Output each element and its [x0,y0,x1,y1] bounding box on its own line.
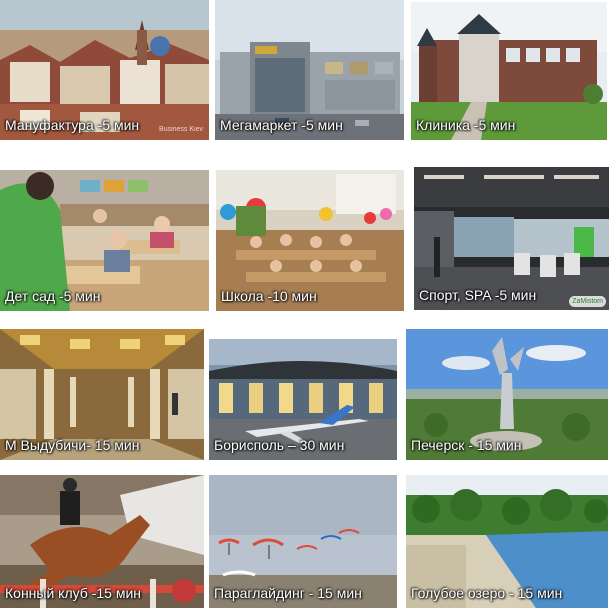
photo-tile-horse-club: Конный клуб -15 мин [0,475,204,608]
tile-caption: Параглайдинг - 15 мин [214,585,362,601]
photo-tile-pechersk: Печерск - 15 мин [406,329,608,460]
photo-tile-clinic: Клиника -5 мин [411,2,607,140]
watermark: Business Kiev [159,126,203,133]
tile-caption: Голубое озеро - 15 мин [411,585,563,601]
photo-tile-blue-lake: Голубое озеро - 15 мин [406,475,608,608]
photo-tile-manufactura: Мануфактура -5 мин Business Kiev [0,0,209,140]
photo-tile-borispol: Борисполь – 30 мин [209,339,397,460]
photo-tile-megamarket: Мегамаркет -5 мин [215,0,404,140]
tile-caption: Конный клуб -15 мин [5,585,141,601]
tile-caption: Мегамаркет -5 мин [220,117,343,133]
tile-caption: Печерск - 15 мин [411,437,522,453]
watermark: ZaMistom [569,296,606,307]
photo-tile-metro: М Выдубичи- 15 мин [0,329,204,460]
tile-caption: Борисполь – 30 мин [214,437,345,453]
tile-caption: Спорт, SPA -5 мин [419,287,537,303]
tile-caption: Мануфактура -5 мин [5,117,140,133]
tile-caption: Школа -10 мин [221,288,317,304]
photo-tile-school: Школа -10 мин [216,170,404,311]
tile-caption: М Выдубичи- 15 мин [5,437,140,453]
photo-tile-paragliding: Параглайдинг - 15 мин [209,475,397,608]
photo-tile-kindergarten: Дет сад -5 мин [0,170,209,311]
tile-caption: Клиника -5 мин [416,117,516,133]
tile-caption: Дет сад -5 мин [5,288,101,304]
photo-tile-sport-spa: Спорт, SPA -5 мин ZaMistom [414,167,609,310]
